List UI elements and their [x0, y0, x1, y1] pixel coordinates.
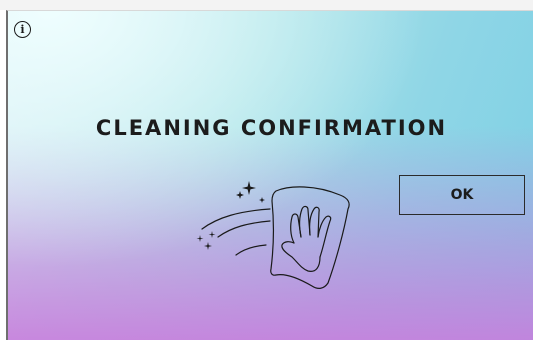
ok-button[interactable]: OK [399, 175, 525, 215]
cleaning-confirmation-screen: i CLEANING CONFIRMATION OK [6, 10, 533, 340]
page-title: CLEANING CONFIRMATION [95, 116, 448, 140]
info-icon[interactable]: i [14, 21, 31, 38]
window-top-strip [0, 0, 533, 10]
info-icon-glyph: i [20, 23, 25, 36]
cleaning-cloth-icon [196, 181, 350, 289]
